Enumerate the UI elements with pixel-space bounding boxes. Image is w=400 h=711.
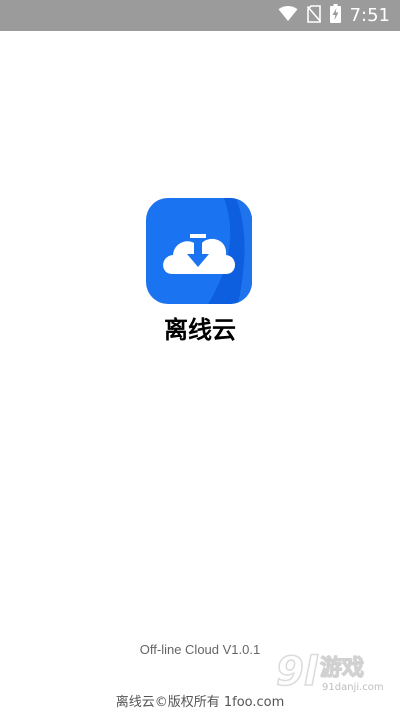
- status-icons: 7:51: [278, 0, 390, 31]
- wifi-icon: [278, 5, 298, 26]
- cloud-download-icon: [146, 198, 252, 304]
- status-bar: 7:51: [0, 0, 400, 31]
- svg-text:游戏: 游戏: [320, 655, 364, 681]
- app-name: 离线云: [164, 316, 236, 344]
- app-icon: [146, 198, 252, 304]
- svg-text:9l: 9l: [276, 649, 319, 695]
- watermark-logo: 9l 游戏 91danji.com: [275, 645, 392, 697]
- svg-text:91danji.com: 91danji.com: [322, 682, 384, 693]
- status-time: 7:51: [349, 5, 390, 26]
- no-sim-icon: [306, 4, 321, 27]
- battery-charging-icon: [329, 4, 341, 27]
